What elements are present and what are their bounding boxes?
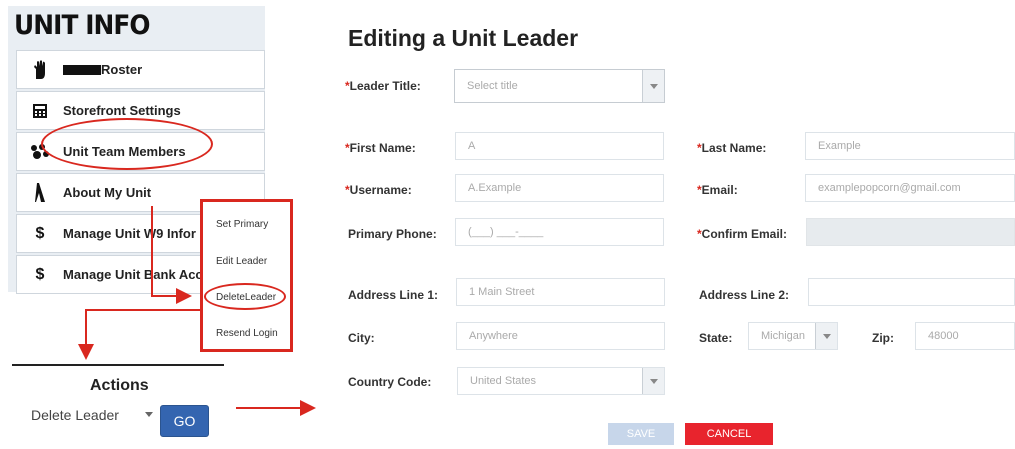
leader-title-label: *Leader Title: [345,79,421,93]
confirm-email-label: *Confirm Email: [697,227,788,241]
hand-icon [17,59,63,80]
last-name-field[interactable]: Example [805,132,1015,160]
last-name-label: *Last Name: [697,141,767,155]
menu-item-resend-login[interactable]: Resend Login [216,328,278,339]
country-code-dropdown-button[interactable] [642,368,664,394]
menu-item-edit-leader[interactable]: Edit Leader [216,256,267,267]
city-label: City: [348,331,375,345]
go-button[interactable]: GO [160,405,209,437]
actions-dropdown[interactable]: Delete Leader [31,405,156,425]
first-name-value: A [468,140,476,152]
dollar-icon: $ [35,224,45,242]
username-field[interactable]: A.Example [455,174,664,202]
primary-phone-label: Primary Phone: [348,227,437,241]
sidebar-item-label: Roster [101,62,143,77]
chevron-down-icon [145,412,153,417]
state-dropdown-button[interactable] [815,323,837,349]
actions-title: Actions [90,377,149,394]
zip-label: Zip: [872,331,894,345]
address-line-2-field[interactable] [808,278,1015,306]
highlight-oval-delete-leader [204,283,286,310]
leader-title-select[interactable]: Select title [454,69,665,103]
unit-info-title: UNIT INFO [14,10,151,41]
actions-selected-value: Delete Leader [31,407,119,423]
chevron-down-icon [649,83,658,89]
email-label: *Email: [697,183,738,197]
leader-action-menu: Set Primary Edit Leader DeleteLeader Res… [200,199,293,352]
redaction-block [63,64,101,75]
zip-field[interactable]: 48000 [915,322,1015,350]
country-code-value: United States [470,375,537,387]
arrow-to-actions-area [78,309,200,360]
confirm-email-field[interactable] [806,218,1015,246]
state-select[interactable]: Michigan [748,322,838,350]
primary-phone-value: (___) ___-____ [468,226,544,238]
highlight-oval-team-members [41,118,213,170]
country-code-select[interactable]: United States [457,367,665,395]
country-code-label: Country Code: [348,375,432,389]
page-title: Editing a Unit Leader [348,25,579,51]
state-value: Michigan [761,330,806,342]
info-icon [17,182,63,203]
city-field[interactable]: Anywhere [456,322,665,350]
cancel-button[interactable]: CANCEL [685,423,773,445]
dollar-icon: $ [35,265,45,283]
state-label: State: [699,331,733,345]
username-label: *Username: [345,183,412,197]
sidebar-item-label: Manage Unit W9 Infor [63,226,196,241]
chevron-down-icon [649,378,658,384]
menu-item-set-primary[interactable]: Set Primary [216,219,268,230]
calculator-icon [17,103,63,119]
leader-title-value: Select title [467,80,518,92]
save-button[interactable]: SAVE [608,423,674,445]
zip-value: 48000 [928,330,959,342]
first-name-field[interactable]: A [455,132,664,160]
address-line-1-label: Address Line 1: [348,288,439,302]
first-name-label: *First Name: [345,141,416,155]
leader-title-dropdown-button[interactable] [642,70,664,102]
primary-phone-field[interactable]: (___) ___-____ [455,218,664,246]
sidebar-item-label: Manage Unit Bank Acc [63,267,203,282]
last-name-value: Example [818,140,861,152]
address-line-2-label: Address Line 2: [699,288,790,302]
city-value: Anywhere [469,330,518,342]
sidebar-item-label: Storefront Settings [63,103,181,118]
chevron-down-icon [822,333,831,339]
address-line-1-value: 1 Main Street [469,286,535,298]
email-field[interactable]: examplepopcorn@gmail.com [805,174,1015,202]
sidebar-item-label: About My Unit [63,185,152,200]
email-value: examplepopcorn@gmail.com [818,182,961,194]
username-value: A.Example [468,182,522,194]
address-line-1-field[interactable]: 1 Main Street [456,278,665,306]
actions-divider [12,364,224,366]
sidebar-item-roster[interactable]: Roster [16,50,265,89]
